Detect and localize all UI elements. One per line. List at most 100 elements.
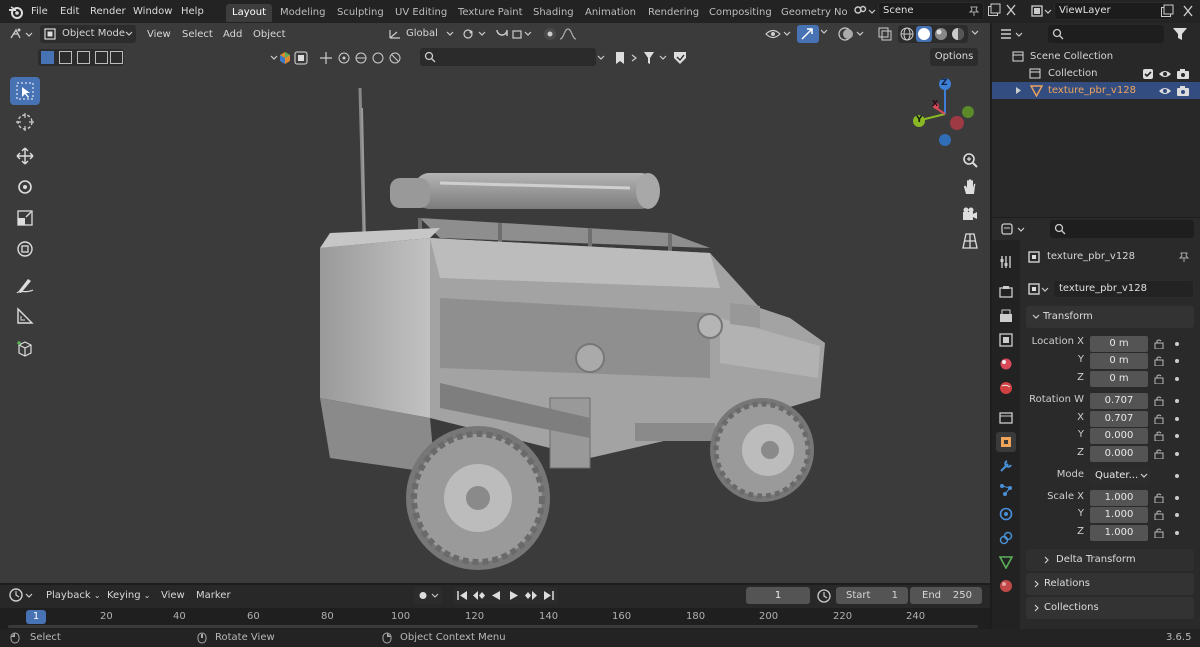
object-tab-icon[interactable] bbox=[996, 432, 1016, 452]
timeline-playback-menu[interactable]: Playback ⌄ bbox=[42, 587, 105, 604]
chevron-right-icon[interactable] bbox=[1015, 87, 1022, 94]
pivot-point-icon[interactable] bbox=[462, 27, 488, 41]
object-type-icons[interactable] bbox=[319, 51, 409, 65]
tab-sculpting[interactable]: Sculpting bbox=[331, 4, 390, 22]
location-z-field[interactable]: 0 m bbox=[1090, 371, 1148, 387]
lock-icon[interactable] bbox=[1154, 374, 1164, 384]
exclude-checkbox[interactable] bbox=[1143, 69, 1153, 79]
outliner-editor-type-icon[interactable] bbox=[998, 26, 1026, 43]
select-extend-icon[interactable] bbox=[59, 51, 72, 64]
jump-keyframe-forward-icon[interactable] bbox=[524, 590, 538, 601]
mode-dropdown[interactable]: Object Mode bbox=[40, 25, 136, 43]
constraints-tab-icon[interactable] bbox=[996, 528, 1016, 548]
playhead[interactable]: 1 bbox=[26, 610, 46, 624]
auto-keying-button[interactable] bbox=[414, 587, 442, 604]
menu-edit[interactable]: Edit bbox=[55, 3, 84, 20]
zoom-icon[interactable] bbox=[958, 148, 982, 172]
select-invert-icon[interactable] bbox=[95, 51, 108, 64]
visibility-icon[interactable] bbox=[765, 26, 795, 42]
current-frame-field[interactable]: 1 bbox=[746, 587, 810, 604]
lock-icon[interactable] bbox=[1154, 449, 1164, 459]
keyframe-dot[interactable] bbox=[1175, 531, 1179, 535]
view-layer-field[interactable]: ViewLayer bbox=[1054, 2, 1172, 20]
output-tab-icon[interactable] bbox=[996, 306, 1016, 326]
pin-icon[interactable] bbox=[968, 5, 980, 17]
outliner-row-scene-collection[interactable]: Scene Collection bbox=[992, 48, 1200, 65]
object-datablock-icon[interactable] bbox=[1026, 280, 1050, 298]
menu-file[interactable]: File bbox=[26, 3, 53, 20]
menu-help[interactable]: Help bbox=[176, 3, 209, 20]
scale-y-field[interactable]: 1.000 bbox=[1090, 507, 1148, 523]
camera-view-icon[interactable] bbox=[958, 202, 982, 226]
delete-view-layer-icon[interactable] bbox=[1182, 4, 1194, 18]
eye-icon[interactable] bbox=[1158, 86, 1172, 96]
tab-uv-editing[interactable]: UV Editing bbox=[389, 4, 453, 22]
rotation-w-field[interactable]: 0.707 bbox=[1090, 393, 1148, 409]
timeline-marker-menu[interactable]: Marker bbox=[192, 587, 235, 604]
tab-compositing[interactable]: Compositing bbox=[703, 4, 778, 22]
new-scene-icon[interactable] bbox=[987, 3, 1001, 17]
pin-icon[interactable] bbox=[1178, 251, 1190, 263]
jump-keyframe-back-icon[interactable] bbox=[472, 590, 486, 601]
tool-cursor[interactable] bbox=[10, 108, 40, 136]
tool-move[interactable] bbox=[10, 142, 40, 170]
keyframe-dot[interactable] bbox=[1175, 513, 1179, 517]
relations-section[interactable]: Relations bbox=[1026, 573, 1194, 595]
lock-icon[interactable] bbox=[1154, 431, 1164, 441]
chevron-down-icon[interactable] bbox=[971, 30, 979, 36]
keyframe-dot[interactable] bbox=[1175, 417, 1179, 421]
properties-search-input[interactable] bbox=[1050, 220, 1194, 238]
menu-render[interactable]: Render bbox=[85, 3, 131, 20]
new-view-layer-icon[interactable] bbox=[1160, 4, 1174, 18]
pan-hand-icon[interactable] bbox=[958, 175, 982, 199]
perspective-grid-icon[interactable] bbox=[958, 229, 982, 253]
select-new-icon[interactable] bbox=[41, 51, 54, 64]
tab-rendering[interactable]: Rendering bbox=[642, 4, 705, 22]
location-x-field[interactable]: 0 m bbox=[1090, 336, 1148, 352]
lock-icon[interactable] bbox=[1154, 510, 1164, 520]
lock-icon[interactable] bbox=[1154, 493, 1164, 503]
tool-add-cube[interactable] bbox=[10, 335, 40, 363]
camera-icon[interactable] bbox=[1176, 85, 1190, 97]
rotation-mode-dropdown[interactable]: Quater... bbox=[1090, 468, 1150, 484]
gizmo-toggle-icon[interactable] bbox=[797, 25, 819, 43]
view-layer-tab-icon[interactable] bbox=[996, 330, 1016, 350]
properties-editor-type-icon[interactable] bbox=[1000, 221, 1028, 238]
particles-tab-icon[interactable] bbox=[996, 480, 1016, 500]
editor-type-icon[interactable] bbox=[8, 26, 36, 43]
menu-view[interactable]: View bbox=[143, 26, 175, 43]
blender-logo-icon[interactable] bbox=[8, 4, 24, 20]
rotation-z-field[interactable]: 0.000 bbox=[1090, 446, 1148, 462]
outliner-filter-search[interactable] bbox=[420, 48, 596, 66]
keyframe-dot[interactable] bbox=[1175, 359, 1179, 363]
delete-scene-icon[interactable] bbox=[1005, 3, 1017, 17]
tool-select-box[interactable] bbox=[10, 77, 40, 105]
timeline-scrollbar[interactable] bbox=[8, 625, 978, 628]
options-button[interactable]: Options bbox=[930, 48, 978, 66]
keyframe-dot[interactable] bbox=[1175, 496, 1179, 500]
proportional-edit-icon[interactable] bbox=[542, 26, 578, 42]
view-layer-icon[interactable] bbox=[1030, 3, 1052, 20]
collection-tab-icon[interactable] bbox=[996, 408, 1016, 428]
tab-modeling[interactable]: Modeling bbox=[274, 4, 332, 22]
tool-transform[interactable] bbox=[10, 235, 40, 263]
menu-window[interactable]: Window bbox=[128, 3, 177, 20]
menu-object[interactable]: Object bbox=[249, 26, 290, 43]
menu-select[interactable]: Select bbox=[178, 26, 217, 43]
physics-tab-icon[interactable] bbox=[996, 504, 1016, 524]
outliner-row-collection[interactable]: Collection bbox=[992, 65, 1200, 82]
rotation-x-field[interactable]: 0.707 bbox=[1090, 411, 1148, 427]
play-reverse-icon[interactable] bbox=[491, 590, 501, 601]
jump-end-icon[interactable] bbox=[543, 590, 555, 601]
object-datablock-field[interactable]: texture_pbr_v128 bbox=[1053, 280, 1194, 298]
lock-icon[interactable] bbox=[1154, 339, 1164, 349]
start-frame-field[interactable]: Start 1 bbox=[836, 587, 908, 604]
material-tab-icon[interactable] bbox=[996, 576, 1016, 596]
select-subtract-icon[interactable] bbox=[77, 51, 90, 64]
material-shading-icon[interactable] bbox=[934, 27, 948, 41]
timeline-editor-type-icon[interactable] bbox=[8, 587, 36, 604]
play-icon[interactable] bbox=[509, 590, 519, 601]
tab-geometry-nodes[interactable]: Geometry Noc bbox=[775, 4, 847, 22]
delta-transform-section[interactable]: Delta Transform bbox=[1026, 549, 1194, 571]
select-intersect-icon[interactable] bbox=[110, 51, 123, 64]
